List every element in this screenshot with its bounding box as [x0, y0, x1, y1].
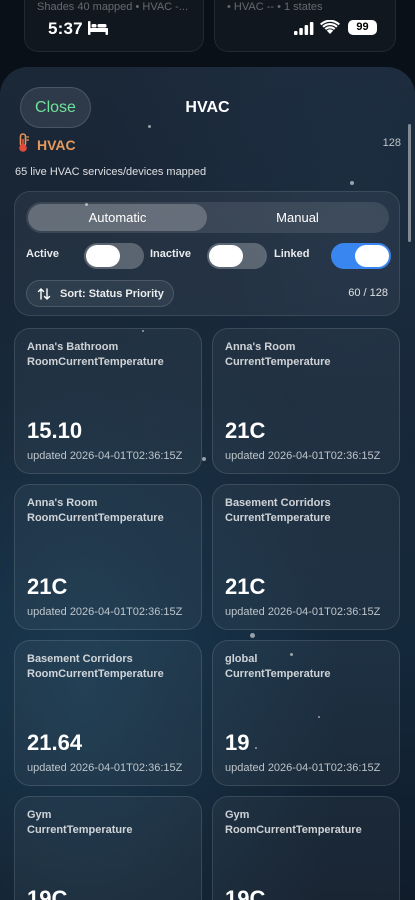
toggle-knob [355, 245, 389, 267]
filter-panel: Automatic Manual Active Inactive Linked … [14, 191, 400, 316]
tile-value: 21.64 [27, 730, 83, 755]
device-tile[interactable]: Basement Corridors RoomCurrentTemperatur… [14, 640, 202, 786]
wifi-icon [320, 20, 340, 34]
tile-characteristic: RoomCurrentTemperature [27, 356, 164, 368]
tile-value: 21C [225, 418, 266, 443]
device-tile[interactable]: Gym CurrentTemperature 19C [14, 796, 202, 900]
device-tile[interactable]: global CurrentTemperature 19 updated 202… [212, 640, 400, 786]
shown-count: 60 / 128 [348, 287, 388, 299]
signal-icon [294, 22, 314, 35]
tile-value: 21C [27, 574, 68, 599]
toggle-label-inactive: Inactive [150, 248, 191, 260]
device-tile[interactable]: Basement Corridors CurrentTemperature 21… [212, 484, 400, 630]
device-tile[interactable]: Gym RoomCurrentTemperature 19C [212, 796, 400, 900]
tile-value: 19C [27, 886, 68, 900]
particle [202, 457, 206, 461]
sheet-title: HVAC [185, 99, 230, 116]
tile-title: Anna's Room RoomCurrentTemperature [27, 496, 195, 526]
tile-title: Basement Corridors CurrentTemperature [225, 496, 393, 526]
toggle-label-linked: Linked [274, 248, 310, 260]
tile-characteristic: RoomCurrentTemperature [225, 824, 362, 836]
toggle-knob [86, 245, 120, 267]
tile-room: global [225, 653, 258, 665]
tile-room: Anna's Bathroom [27, 341, 119, 353]
mapped-summary: 65 live HVAC services/devices mapped [15, 166, 207, 178]
tile-characteristic: CurrentTemperature [27, 824, 133, 836]
particle [350, 181, 354, 185]
device-tile[interactable]: Anna's Bathroom RoomCurrentTemperature 1… [14, 328, 202, 474]
tile-title: Basement Corridors RoomCurrentTemperatur… [27, 652, 195, 682]
tile-room: Gym [27, 809, 52, 821]
thermometer-icon [19, 133, 29, 152]
tile-characteristic: RoomCurrentTemperature [27, 668, 164, 680]
section-label: HVAC [37, 137, 76, 153]
battery-indicator: 99 [348, 20, 377, 35]
sort-button[interactable]: Sort: Status Priority [26, 280, 174, 307]
tile-value: 19C [225, 886, 266, 900]
device-tile[interactable]: Anna's Room RoomCurrentTemperature 21C u… [14, 484, 202, 630]
segment-automatic[interactable]: Automatic [28, 204, 207, 231]
tile-updated: updated 2026-04-01T02:36:15Z [27, 762, 183, 774]
scrollbar[interactable] [408, 124, 411, 242]
toggle-label-active: Active [26, 248, 60, 260]
tile-title: Anna's Bathroom RoomCurrentTemperature [27, 340, 195, 370]
tile-updated: updated 2026-04-01T02:36:15Z [225, 450, 381, 462]
status-time: 5:37 [48, 19, 83, 38]
sort-arrows-icon [37, 288, 51, 300]
tile-updated: updated 2026-04-01T02:36:15Z [225, 606, 381, 618]
tile-characteristic: RoomCurrentTemperature [27, 512, 164, 524]
tile-characteristic: CurrentTemperature [225, 512, 331, 524]
tile-characteristic: CurrentTemperature [225, 356, 331, 368]
tile-characteristic: CurrentTemperature [225, 668, 331, 680]
tile-room: Gym [225, 809, 250, 821]
tile-updated: updated 2026-04-01T02:36:15Z [27, 450, 183, 462]
tile-updated: updated 2026-04-01T02:36:15Z [225, 762, 381, 774]
tile-room: Anna's Room [27, 497, 98, 509]
linked-toggle[interactable] [331, 243, 391, 269]
tile-title: Gym RoomCurrentTemperature [225, 808, 393, 838]
toggle-knob [209, 245, 243, 267]
tile-title: Gym CurrentTemperature [27, 808, 195, 838]
mode-segmented-control: Automatic Manual [26, 202, 389, 233]
hvac-sheet: Close HVAC HVAC 128 65 live HVAC service… [0, 67, 415, 900]
particle [148, 125, 151, 128]
tile-value: 15.10 [27, 418, 83, 443]
tile-value: 21C [225, 574, 266, 599]
inactive-toggle[interactable] [207, 243, 267, 269]
tile-room: Basement Corridors [27, 653, 133, 665]
section-count: 128 [382, 137, 401, 149]
tile-value: 19 [225, 730, 250, 755]
section-header: HVAC 128 [15, 133, 401, 155]
device-tile[interactable]: Anna's Room CurrentTemperature 21C updat… [212, 328, 400, 474]
tile-title: Anna's Room CurrentTemperature [225, 340, 393, 370]
particle [250, 633, 255, 638]
sort-label: Sort: Status Priority [60, 288, 164, 300]
tile-title: global CurrentTemperature [225, 652, 393, 682]
tile-updated: updated 2026-04-01T02:36:15Z [27, 606, 183, 618]
segment-manual[interactable]: Manual [208, 204, 387, 231]
tile-room: Basement Corridors [225, 497, 331, 509]
status-bar: 5:37 99 [0, 0, 415, 58]
bed-icon [88, 21, 108, 35]
active-toggle[interactable] [84, 243, 144, 269]
tile-room: Anna's Room [225, 341, 296, 353]
